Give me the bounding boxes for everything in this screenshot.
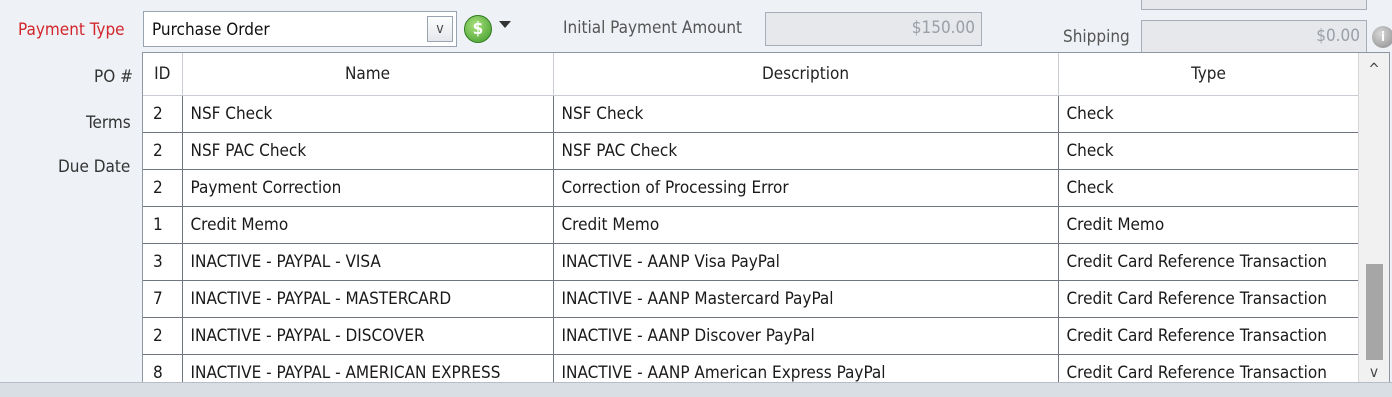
- caret-down-icon[interactable]: [499, 21, 511, 28]
- cell-type: Check: [1058, 95, 1360, 133]
- cell-id: 2: [143, 169, 183, 207]
- payment-type-value: Purchase Order: [152, 20, 270, 40]
- cell-id: 2: [143, 317, 183, 355]
- table-row[interactable]: 1 Credit Memo Credit Memo Credit Memo: [143, 206, 1360, 244]
- table-row[interactable]: 2 Payment Correction Correction of Proce…: [143, 169, 1360, 207]
- cell-name: INACTIVE - PAYPAL - MASTERCARD: [182, 280, 554, 318]
- column-header-type[interactable]: Type: [1058, 53, 1360, 96]
- payment-type-dropdown-grid[interactable]: ID Name Description Type 2 NSF Check NSF…: [142, 52, 1390, 392]
- cell-name: INACTIVE - PAYPAL - DISCOVER: [182, 317, 554, 355]
- cell-type: Check: [1058, 132, 1360, 170]
- table-row[interactable]: 2 NSF PAC Check NSF PAC Check Check: [143, 132, 1360, 170]
- cell-name: INACTIVE - PAYPAL - VISA: [182, 243, 554, 281]
- cell-description: Credit Memo: [553, 206, 1059, 244]
- cell-name: Payment Correction: [182, 169, 554, 207]
- cell-id: 2: [143, 132, 183, 170]
- cell-description: NSF PAC Check: [553, 132, 1059, 170]
- cell-name: Credit Memo: [182, 206, 554, 244]
- cell-type: Credit Card Reference Transaction: [1058, 317, 1360, 355]
- info-icon[interactable]: i: [1372, 26, 1392, 48]
- payment-type-label: Payment Type: [18, 20, 125, 40]
- cell-type: Check: [1058, 169, 1360, 207]
- table-row[interactable]: 2 INACTIVE - PAYPAL - DISCOVER INACTIVE …: [143, 317, 1360, 355]
- bottom-panel-edge: [0, 382, 1392, 397]
- cell-type: Credit Card Reference Transaction: [1058, 280, 1360, 318]
- cell-type: Credit Card Reference Transaction: [1058, 243, 1360, 281]
- cell-description: INACTIVE - AANP Visa PayPal: [553, 243, 1059, 281]
- shipping-field: $0.00: [1141, 20, 1367, 54]
- grid-header-row: ID Name Description Type: [143, 53, 1360, 96]
- top-field-partial: [1141, 0, 1367, 10]
- column-header-description[interactable]: Description: [553, 53, 1059, 96]
- cell-description: INACTIVE - AANP Discover PayPal: [553, 317, 1059, 355]
- terms-label: Terms: [86, 113, 131, 133]
- cell-description: INACTIVE - AANP Mastercard PayPal: [553, 280, 1059, 318]
- initial-payment-field: $150.00: [765, 12, 982, 46]
- cell-id: 1: [143, 206, 183, 244]
- scroll-up-icon[interactable]: ^: [1359, 55, 1389, 83]
- table-row[interactable]: 2 NSF Check NSF Check Check: [143, 95, 1360, 133]
- cell-name: NSF PAC Check: [182, 132, 554, 170]
- cell-description: NSF Check: [553, 95, 1059, 133]
- due-date-label: Due Date: [58, 157, 131, 177]
- chevron-down-icon[interactable]: v: [427, 16, 453, 42]
- po-label: PO #: [94, 67, 133, 87]
- scrollbar-thumb[interactable]: [1366, 264, 1383, 360]
- initial-payment-label: Initial Payment Amount: [563, 18, 743, 38]
- grid-table: ID Name Description Type 2 NSF Check NSF…: [143, 53, 1360, 392]
- dollar-icon[interactable]: $: [464, 15, 492, 43]
- grid-scrollbar[interactable]: ^ v: [1358, 53, 1389, 388]
- column-header-name[interactable]: Name: [182, 53, 554, 96]
- table-row[interactable]: 3 INACTIVE - PAYPAL - VISA INACTIVE - AA…: [143, 243, 1360, 281]
- cell-description: Correction of Processing Error: [553, 169, 1059, 207]
- payment-type-select[interactable]: Purchase Order v: [143, 11, 457, 47]
- cell-name: NSF Check: [182, 95, 554, 133]
- cell-id: 3: [143, 243, 183, 281]
- cell-type: Credit Memo: [1058, 206, 1360, 244]
- table-row[interactable]: 7 INACTIVE - PAYPAL - MASTERCARD INACTIV…: [143, 280, 1360, 318]
- cell-id: 7: [143, 280, 183, 318]
- cell-id: 2: [143, 95, 183, 133]
- shipping-label: Shipping: [1063, 27, 1130, 47]
- column-header-id[interactable]: ID: [143, 53, 183, 96]
